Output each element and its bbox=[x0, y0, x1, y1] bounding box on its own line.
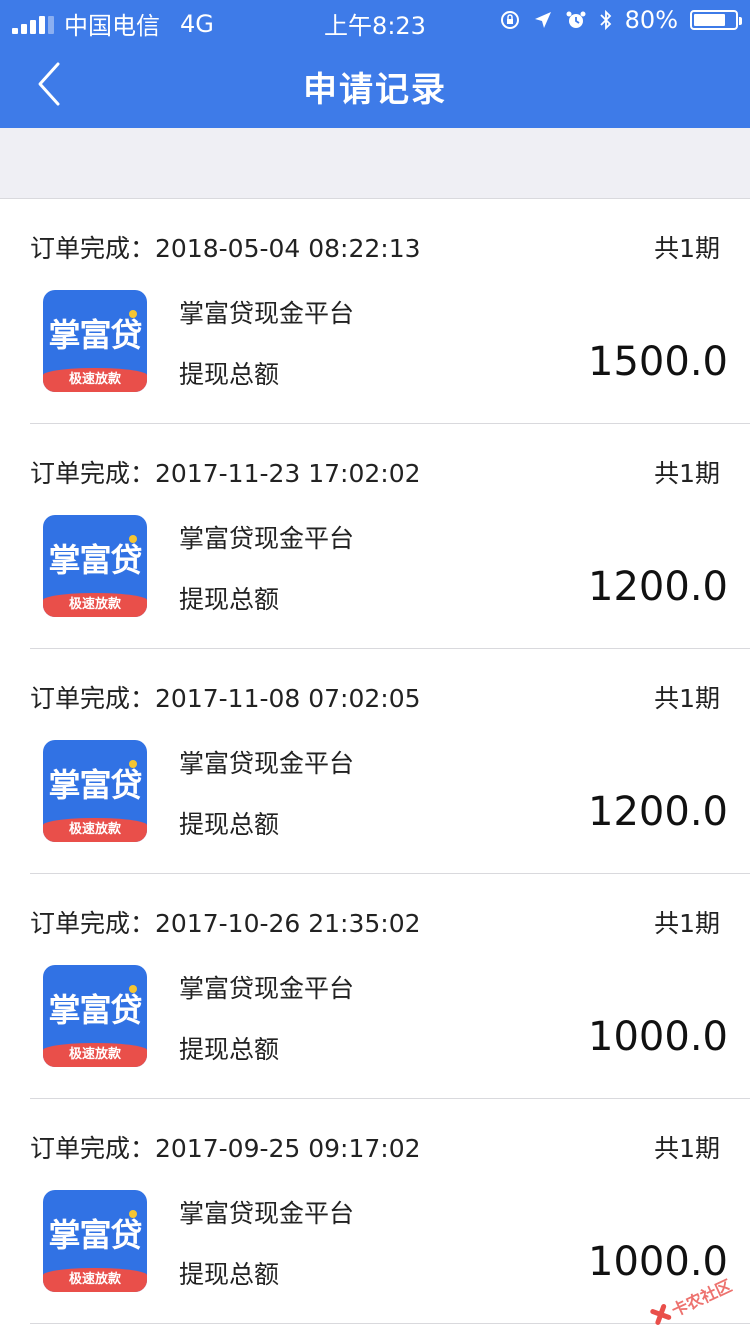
logo-tagline: 极速放款 bbox=[43, 1268, 147, 1292]
bluetooth-icon bbox=[600, 9, 611, 31]
installment-periods: 共1期 bbox=[654, 459, 720, 488]
logo-tagline: 极速放款 bbox=[43, 818, 147, 842]
header: 中国电信 4G 上午8:23 80% 申请记录 bbox=[0, 0, 750, 128]
order-status: 订单完成：2018-05-04 08:22:13 bbox=[30, 229, 421, 265]
logo-tagline: 极速放款 bbox=[43, 1043, 147, 1067]
installment-periods: 共1期 bbox=[654, 684, 720, 713]
order-status-label: 订单完成： bbox=[30, 459, 156, 488]
order-status-label: 订单完成： bbox=[30, 909, 156, 938]
app-logo: 掌富贷 极速放款 bbox=[43, 290, 147, 392]
order-status: 订单完成：2017-09-25 09:17:02 bbox=[30, 1129, 421, 1165]
installment-periods: 共1期 bbox=[654, 1134, 720, 1163]
withdraw-total-label: 提现总额 bbox=[179, 1260, 280, 1289]
logo-dot bbox=[129, 760, 137, 768]
app-logo: 掌富贷 极速放款 bbox=[43, 1190, 147, 1292]
order-datetime: 2017-09-25 09:17:02 bbox=[155, 1134, 421, 1163]
platform-name: 掌富贷现金平台 bbox=[179, 299, 355, 328]
platform-name: 掌富贷现金平台 bbox=[179, 974, 355, 1003]
withdraw-total-label: 提现总额 bbox=[179, 1035, 280, 1064]
record-card-1[interactable]: 订单完成：2018-05-04 08:22:13 共1期 掌富贷 极速放款 掌富… bbox=[30, 199, 750, 424]
location-icon bbox=[534, 12, 551, 28]
rotation-lock-icon bbox=[500, 11, 519, 29]
order-status-label: 订单完成： bbox=[30, 1134, 156, 1163]
order-datetime: 2017-11-08 07:02:05 bbox=[155, 684, 421, 713]
battery-icon bbox=[690, 10, 742, 30]
spacer-band bbox=[0, 128, 750, 199]
order-status-label: 订单完成： bbox=[30, 684, 156, 713]
logo-dot bbox=[129, 535, 137, 543]
withdraw-total-label: 提现总额 bbox=[179, 360, 280, 389]
nav-bar: 申请记录 bbox=[0, 40, 750, 128]
status-bar: 中国电信 4G 上午8:23 80% bbox=[0, 0, 750, 40]
status-bar-right: 80% bbox=[499, 6, 742, 34]
order-datetime: 2018-05-04 08:22:13 bbox=[155, 234, 421, 263]
logo-dot bbox=[129, 1210, 137, 1218]
platform-name: 掌富贷现金平台 bbox=[179, 1199, 355, 1228]
platform-name: 掌富贷现金平台 bbox=[179, 749, 355, 778]
battery-fill bbox=[694, 14, 726, 26]
order-datetime: 2017-11-23 17:02:02 bbox=[155, 459, 421, 488]
record-card-2[interactable]: 订单完成：2017-11-23 17:02:02 共1期 掌富贷 极速放款 掌富… bbox=[30, 424, 750, 649]
alarm-icon bbox=[566, 11, 586, 28]
withdraw-amount: 1200.0 bbox=[588, 789, 728, 835]
logo-dot bbox=[129, 985, 137, 993]
record-card-5[interactable]: 订单完成：2017-09-25 09:17:02 共1期 掌富贷 极速放款 掌富… bbox=[30, 1099, 750, 1324]
order-datetime: 2017-10-26 21:35:02 bbox=[155, 909, 421, 938]
withdraw-amount: 1000.0 bbox=[588, 1014, 728, 1060]
page-title: 申请记录 bbox=[303, 70, 447, 110]
installment-periods: 共1期 bbox=[654, 909, 720, 938]
platform-name: 掌富贷现金平台 bbox=[179, 524, 355, 553]
order-status: 订单完成：2017-11-08 07:02:05 bbox=[30, 679, 421, 715]
app-logo: 掌富贷 极速放款 bbox=[43, 965, 147, 1067]
withdraw-total-label: 提现总额 bbox=[179, 810, 280, 839]
logo-dot bbox=[129, 310, 137, 318]
app-logo: 掌富贷 极速放款 bbox=[43, 515, 147, 617]
app-logo: 掌富贷 极速放款 bbox=[43, 740, 147, 842]
withdraw-total-label: 提现总额 bbox=[179, 585, 280, 614]
logo-tagline: 极速放款 bbox=[43, 593, 147, 617]
record-card-3[interactable]: 订单完成：2017-11-08 07:02:05 共1期 掌富贷 极速放款 掌富… bbox=[30, 649, 750, 874]
withdraw-amount: 1500.0 bbox=[588, 339, 728, 385]
order-status: 订单完成：2017-11-23 17:02:02 bbox=[30, 454, 421, 490]
order-status: 订单完成：2017-10-26 21:35:02 bbox=[30, 904, 421, 940]
logo-tagline: 极速放款 bbox=[43, 368, 147, 392]
record-list: 订单完成：2018-05-04 08:22:13 共1期 掌富贷 极速放款 掌富… bbox=[0, 199, 750, 1324]
battery-percent: 80% bbox=[624, 6, 678, 34]
withdraw-amount: 1000.0 bbox=[588, 1239, 728, 1285]
record-card-4[interactable]: 订单完成：2017-10-26 21:35:02 共1期 掌富贷 极速放款 掌富… bbox=[30, 874, 750, 1099]
withdraw-amount: 1200.0 bbox=[588, 564, 728, 610]
order-status-label: 订单完成： bbox=[30, 234, 156, 263]
installment-periods: 共1期 bbox=[654, 234, 720, 263]
